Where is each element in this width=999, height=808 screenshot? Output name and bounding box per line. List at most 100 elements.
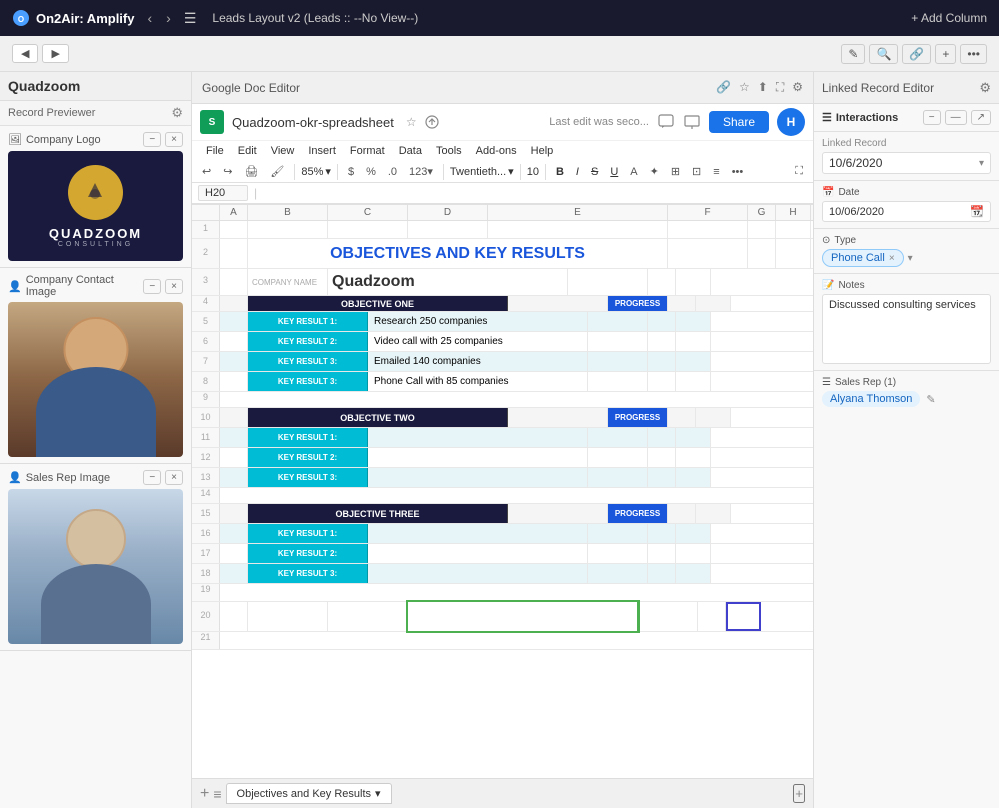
nav-forward[interactable]: › [161,8,176,28]
more-icon[interactable]: ••• [960,44,987,64]
sheet-grid[interactable]: A B C D E F G H 1 [192,205,813,778]
print-btn[interactable]: 🖨 [240,163,262,180]
strikethrough-btn[interactable]: S [587,165,602,179]
right-panel-title: Linked Record Editor [822,81,934,95]
share-button[interactable]: Share [709,111,769,133]
nav-next-btn[interactable]: ▶ [42,44,68,63]
align-btn[interactable]: ≡ [709,164,723,180]
merge-btn[interactable]: ⊡ [688,163,705,180]
sales-rep-close[interactable]: × [165,470,183,485]
sales-rep-edit-btn[interactable]: ✎ [926,393,935,406]
record-previewer-gear[interactable]: ⚙ [171,105,183,121]
company-logo-minimize[interactable]: − [143,132,161,147]
nav-back[interactable]: ‹ [142,8,157,28]
comment-icon[interactable] [657,113,675,131]
company-contact-close[interactable]: × [165,279,183,294]
type-badge-remove-btn[interactable]: × [889,253,895,264]
spreadsheet-star-icon[interactable]: ☆ [406,115,417,129]
sheet-add-right-btn[interactable]: + [793,784,805,803]
col-header-d[interactable]: D [408,205,488,220]
menu-edit[interactable]: Edit [232,143,263,159]
notes-input[interactable]: Discussed consulting services [822,294,991,364]
col-header-g[interactable]: G [748,205,776,220]
type-dropdown-btn[interactable]: ▾ [908,253,913,264]
percent-btn[interactable]: % [362,164,380,180]
linked-record-arrow-icon: ▾ [979,158,984,169]
cell-reference[interactable]: H20 [198,185,248,201]
sales-rep-chip[interactable]: Alyana Thomson [822,391,920,407]
upload-icon[interactable]: ⬆ [758,80,768,95]
interactions-collapse[interactable]: — [945,110,967,125]
redo-btn[interactable]: ↪ [219,163,236,180]
col-header-a[interactable]: A [220,205,248,220]
sales-rep-name: Alyana Thomson [830,393,912,405]
col-header-e[interactable]: E [488,205,668,220]
col-header-c[interactable]: C [328,205,408,220]
expand-sheet-btn[interactable]: ⛶ [791,163,807,180]
hamburger-icon[interactable]: ☰ [184,10,197,27]
font-selector[interactable]: Twentieth... ▾ [450,165,514,178]
breadcrumb: Leads Layout v2 (Leads :: --No View--) [212,11,418,25]
company-logo-controls: − × [143,132,183,147]
color-btn[interactable]: A [626,164,641,180]
selected-cell[interactable] [408,602,638,631]
col-header-f[interactable]: F [668,205,748,220]
present-icon[interactable] [683,113,701,131]
company-logo-close[interactable]: × [165,132,183,147]
menu-view[interactable]: View [265,143,301,159]
star-icon[interactable]: ☆ [739,80,750,95]
menu-addons[interactable]: Add-ons [470,143,523,159]
table-row: 20 [192,602,813,632]
undo-btn[interactable]: ↩ [198,163,215,180]
company-contact-image [8,302,183,457]
add-column-btn[interactable]: + Add Column [911,11,987,25]
italic-btn[interactable]: I [572,165,583,179]
kr1-label: KEY RESULT 1: [248,312,368,331]
expand-icon[interactable]: ⛶ [776,80,784,95]
underline-btn[interactable]: U [606,165,622,179]
nav-prev-btn[interactable]: ◀ [12,44,38,63]
obj3-kr3-label: KEY RESULT 3: [248,564,368,583]
notes-label-text: Notes [838,280,864,291]
menu-help[interactable]: Help [525,143,560,159]
currency-btn[interactable]: $ [344,164,358,180]
sheet-tab-okr[interactable]: Objectives and Key Results ▾ [226,783,392,804]
bold-btn[interactable]: B [552,165,568,179]
sales-rep-minimize[interactable]: − [143,470,161,485]
date-input[interactable]: 10/06/2020 📆 [822,201,991,222]
add-icon[interactable]: + [935,44,956,64]
search-icon[interactable]: 🔍 [869,44,898,64]
paintformat-btn[interactable]: 🖌 [266,163,288,180]
highlight-btn[interactable]: ✦ [646,163,663,180]
link-icon[interactable]: 🔗 [902,44,931,64]
table-row: 12 KEY RESULT 2: [192,448,813,468]
menu-data[interactable]: Data [393,143,428,159]
menu-tools[interactable]: Tools [430,143,468,159]
selected-cell-h[interactable] [726,602,761,631]
decimal-btn[interactable]: .0 [384,164,401,180]
number-format-btn[interactable]: 123▾ [405,163,437,180]
linked-record-value[interactable]: 10/6/2020 ▾ [822,152,991,174]
col-header-b[interactable]: B [248,205,328,220]
date-value-text: 10/06/2020 [829,206,884,218]
right-panel-header: Linked Record Editor ⚙ [814,72,999,104]
sheet-list-btn[interactable]: ≡ [213,786,221,802]
menu-format[interactable]: Format [344,143,391,159]
main-nav: ◀ ▶ [12,44,69,63]
borders-btn[interactable]: ⊞ [667,163,684,180]
add-sheet-btn[interactable]: + [200,785,209,803]
interactions-expand[interactable]: ↗ [971,110,991,125]
company-contact-minimize[interactable]: − [143,279,161,294]
obj-one-progress: PROGRESS [608,296,668,311]
center-gear-icon[interactable]: ⚙ [792,80,803,95]
more-btn[interactable]: ••• [728,164,748,180]
chain-icon[interactable]: 🔗 [716,80,731,95]
menu-file[interactable]: File [200,143,230,159]
edit-icon[interactable]: ✎ [841,44,865,64]
col-header-h[interactable]: H [776,205,811,220]
interactions-minimize[interactable]: − [923,110,941,125]
menu-insert[interactable]: Insert [302,143,342,159]
right-panel-gear[interactable]: ⚙ [979,80,991,96]
zoom-control[interactable]: 85% ▾ [301,165,331,178]
notes-icon: 📝 [822,280,834,291]
